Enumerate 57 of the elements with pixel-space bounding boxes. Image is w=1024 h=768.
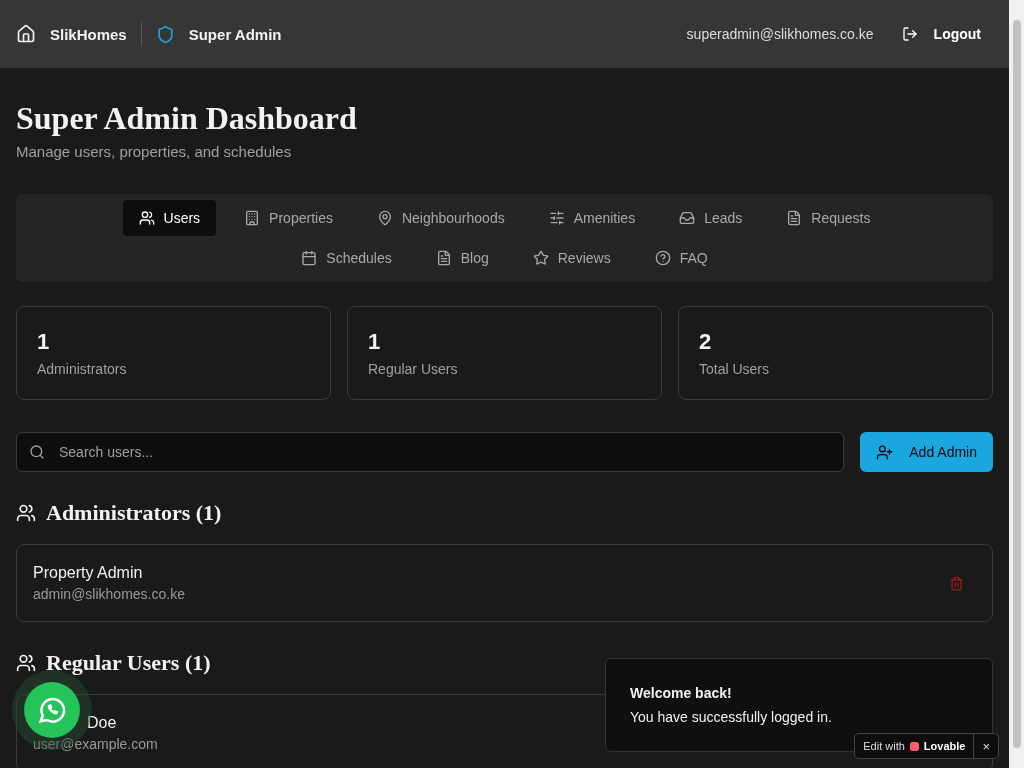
scrollbar[interactable] [1009,0,1024,768]
home-icon [16,24,36,44]
add-admin-button[interactable]: Add Admin [860,432,993,472]
role-label: Super Admin [188,25,282,43]
sliders-icon [548,210,565,226]
users-icon [16,653,36,673]
document-icon [435,250,452,266]
search-icon [29,444,45,460]
star-icon [532,250,549,266]
heart-logo-icon [909,741,919,751]
tab[interactable]: Amenities [532,200,652,236]
whatsapp-button[interactable] [24,682,80,738]
document-icon [786,210,803,226]
search-field[interactable]: Search users... [57,443,832,461]
search-box[interactable]: Search users... [16,432,845,472]
brand-name[interactable]: SlikHomes [50,25,127,43]
tab[interactable]: FAQ [638,240,724,276]
users-icon [138,210,155,226]
stat-label: Regular Users [368,361,459,377]
chat-phone-icon [37,695,67,725]
building-icon [244,210,261,226]
toast-message: You have successfully logged in. [630,709,833,725]
tab[interactable]: Leads [663,200,759,236]
tab[interactable]: Users [122,200,217,236]
tab[interactable]: Reviews [516,240,627,276]
logout-button[interactable]: Logout [901,20,993,48]
stat-label: Administrators [37,361,128,377]
toast-title: Welcome back! [630,685,733,701]
shield-icon [155,24,175,44]
map-pin-icon [376,210,393,226]
user-email: superadmin@slikhomes.co.ke [686,26,874,42]
help-icon [654,250,671,266]
section-title: Regular Users (1) [46,650,211,676]
user-name: Doe [87,714,117,732]
user-plus-icon [876,443,894,461]
stat-value: 1 [368,329,382,355]
inbox-icon [679,210,696,226]
close-button[interactable]: × [973,734,998,758]
delete-icon[interactable] [949,575,964,591]
user-name: Property Admin [33,564,143,582]
users-icon [16,503,36,523]
tab[interactable]: Requests [770,200,887,236]
logout-icon [901,26,918,42]
tab[interactable]: Schedules [285,240,408,276]
calendar-icon [301,250,318,266]
tab[interactable]: Blog [419,240,505,276]
tab[interactable]: Neighbourhoods [360,200,521,236]
tab[interactable]: Properties [228,200,349,236]
page-subtitle: Manage users, properties, and schedules [16,143,293,160]
stat-label: Total Users [699,361,771,377]
user-email: user@example.com [33,736,158,752]
stat-value: 2 [699,329,713,355]
page-title: Super Admin Dashboard [16,100,358,137]
user-email: admin@slikhomes.co.ke [33,586,185,602]
section-title: Administrators (1) [46,500,222,526]
stat-value: 1 [37,329,51,355]
edit-link[interactable]: Edit with Lovable [855,740,974,752]
